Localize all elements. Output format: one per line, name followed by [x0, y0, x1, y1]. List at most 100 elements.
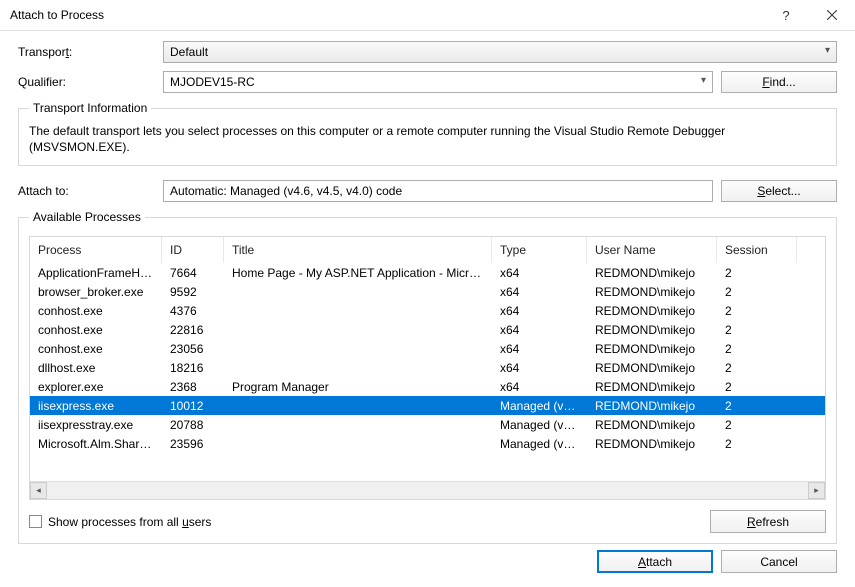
- attach-label: ttach: [646, 555, 672, 569]
- cell-user: REDMOND\mikejo: [587, 361, 717, 375]
- cell-user: REDMOND\mikejo: [587, 437, 717, 451]
- cell-id: 9592: [162, 285, 224, 299]
- process-list-header[interactable]: Process ID Title Type User Name Session: [30, 237, 825, 263]
- attach-to-value-text: Automatic: Managed (v4.6, v4.5, v4.0) co…: [170, 184, 402, 198]
- transport-info-text: The default transport lets you select pr…: [29, 123, 826, 155]
- refresh-label: efresh: [756, 515, 789, 529]
- qualifier-value: MJODEV15-RC: [170, 75, 255, 89]
- process-list-body[interactable]: ApplicationFrameHos...7664Home Page - My…: [30, 263, 825, 481]
- transport-value: Default: [170, 45, 208, 59]
- titlebar: Attach to Process ?: [0, 0, 855, 31]
- cell-session: 2: [717, 285, 797, 299]
- cell-id: 23596: [162, 437, 224, 451]
- table-row[interactable]: conhost.exe23056x64REDMOND\mikejo2: [30, 339, 825, 358]
- cancel-button[interactable]: Cancel: [721, 550, 837, 573]
- cell-type: Managed (v4....: [492, 399, 587, 413]
- transport-label: Transport:: [18, 45, 163, 59]
- cell-session: 2: [717, 437, 797, 451]
- cell-user: REDMOND\mikejo: [587, 266, 717, 280]
- table-row[interactable]: dllhost.exe18216x64REDMOND\mikejo2: [30, 358, 825, 377]
- cell-id: 4376: [162, 304, 224, 318]
- col-header-type[interactable]: Type: [492, 237, 587, 263]
- cell-type: x64: [492, 380, 587, 394]
- cell-process: iisexpress.exe: [30, 399, 162, 413]
- cell-user: REDMOND\mikejo: [587, 304, 717, 318]
- help-icon: ?: [782, 8, 789, 23]
- cell-process: conhost.exe: [30, 304, 162, 318]
- table-row[interactable]: browser_broker.exe9592 x64REDMOND\mikejo2: [30, 282, 825, 301]
- show-all-users-checkbox[interactable]: [29, 515, 42, 528]
- cell-session: 2: [717, 304, 797, 318]
- cell-session: 2: [717, 266, 797, 280]
- cell-user: REDMOND\mikejo: [587, 285, 717, 299]
- table-row[interactable]: iisexpress.exe10012Managed (v4....REDMON…: [30, 396, 825, 415]
- cell-title: Home Page - My ASP.NET Application - Mic…: [224, 266, 492, 280]
- attach-to-value: Automatic: Managed (v4.6, v4.5, v4.0) co…: [163, 180, 713, 202]
- cell-title: Program Manager: [224, 380, 492, 394]
- show-all-users-label[interactable]: Show processes from all users: [48, 515, 211, 529]
- col-header-user[interactable]: User Name: [587, 237, 717, 263]
- cell-id: 20788: [162, 418, 224, 432]
- cell-process: conhost.exe: [30, 323, 162, 337]
- cell-process: browser_broker.exe: [30, 285, 162, 299]
- attach-hotkey: A: [638, 555, 646, 569]
- cell-type: Managed (v4....: [492, 418, 587, 432]
- transport-label-colon: :: [69, 45, 72, 59]
- scroll-right-button[interactable]: ▸: [808, 482, 825, 499]
- table-row[interactable]: conhost.exe4376 x64REDMOND\mikejo2: [30, 301, 825, 320]
- cell-type: x64: [492, 304, 587, 318]
- qualifier-combobox[interactable]: MJODEV15-RC: [163, 71, 713, 93]
- cell-user: REDMOND\mikejo: [587, 418, 717, 432]
- refresh-button[interactable]: Refresh: [710, 510, 826, 533]
- close-button[interactable]: [809, 0, 855, 30]
- refresh-hotkey: R: [747, 515, 756, 529]
- scroll-left-button[interactable]: ◂: [30, 482, 47, 499]
- find-label: ind...: [770, 75, 796, 89]
- table-row[interactable]: iisexpresstray.exe20788Managed (v4....RE…: [30, 415, 825, 434]
- cancel-label: Cancel: [760, 555, 797, 569]
- show-all-post: sers: [189, 515, 212, 529]
- table-row[interactable]: conhost.exe22816 x64REDMOND\mikejo2: [30, 320, 825, 339]
- cell-process: explorer.exe: [30, 380, 162, 394]
- cell-user: REDMOND\mikejo: [587, 342, 717, 356]
- process-list[interactable]: Process ID Title Type User Name Session …: [29, 236, 826, 500]
- col-header-title[interactable]: Title: [224, 237, 492, 263]
- show-all-hotkey: u: [182, 515, 189, 529]
- cell-user: REDMOND\mikejo: [587, 323, 717, 337]
- attach-button[interactable]: Attach: [597, 550, 713, 573]
- cell-id: 22816: [162, 323, 224, 337]
- table-row[interactable]: Microsoft.Alm.Shared....23596Managed (v4…: [30, 434, 825, 453]
- col-header-id[interactable]: ID: [162, 237, 224, 263]
- horizontal-scrollbar[interactable]: ◂ ▸: [30, 481, 825, 499]
- transport-info-legend: Transport Information: [29, 101, 151, 115]
- cell-type: x64: [492, 342, 587, 356]
- find-button[interactable]: Find...: [721, 71, 837, 93]
- cell-process: conhost.exe: [30, 342, 162, 356]
- cell-session: 2: [717, 399, 797, 413]
- col-header-session[interactable]: Session: [717, 237, 797, 263]
- cell-type: x64: [492, 285, 587, 299]
- cell-process: Microsoft.Alm.Shared....: [30, 437, 162, 451]
- cell-user: REDMOND\mikejo: [587, 380, 717, 394]
- cell-type: x64: [492, 266, 587, 280]
- cell-id: 18216: [162, 361, 224, 375]
- window-title: Attach to Process: [10, 8, 763, 22]
- cell-process: dllhost.exe: [30, 361, 162, 375]
- table-row[interactable]: explorer.exe2368Program Managerx64REDMON…: [30, 377, 825, 396]
- table-row[interactable]: ApplicationFrameHos...7664Home Page - My…: [30, 263, 825, 282]
- select-button[interactable]: Select...: [721, 180, 837, 202]
- transport-info-group: Transport Information The default transp…: [18, 101, 837, 166]
- cell-id: 2368: [162, 380, 224, 394]
- cell-type: x64: [492, 323, 587, 337]
- help-button[interactable]: ?: [763, 0, 809, 30]
- transport-dropdown[interactable]: Default: [163, 41, 837, 63]
- cell-session: 2: [717, 418, 797, 432]
- col-header-process[interactable]: Process: [30, 237, 162, 263]
- show-all-pre: Show processes from all: [48, 515, 182, 529]
- cell-process: ApplicationFrameHos...: [30, 266, 162, 280]
- cell-id: 10012: [162, 399, 224, 413]
- close-icon: [827, 10, 837, 20]
- qualifier-label: Qualifier:: [18, 75, 163, 89]
- cell-session: 2: [717, 323, 797, 337]
- attach-to-label: Attach to:: [18, 184, 163, 198]
